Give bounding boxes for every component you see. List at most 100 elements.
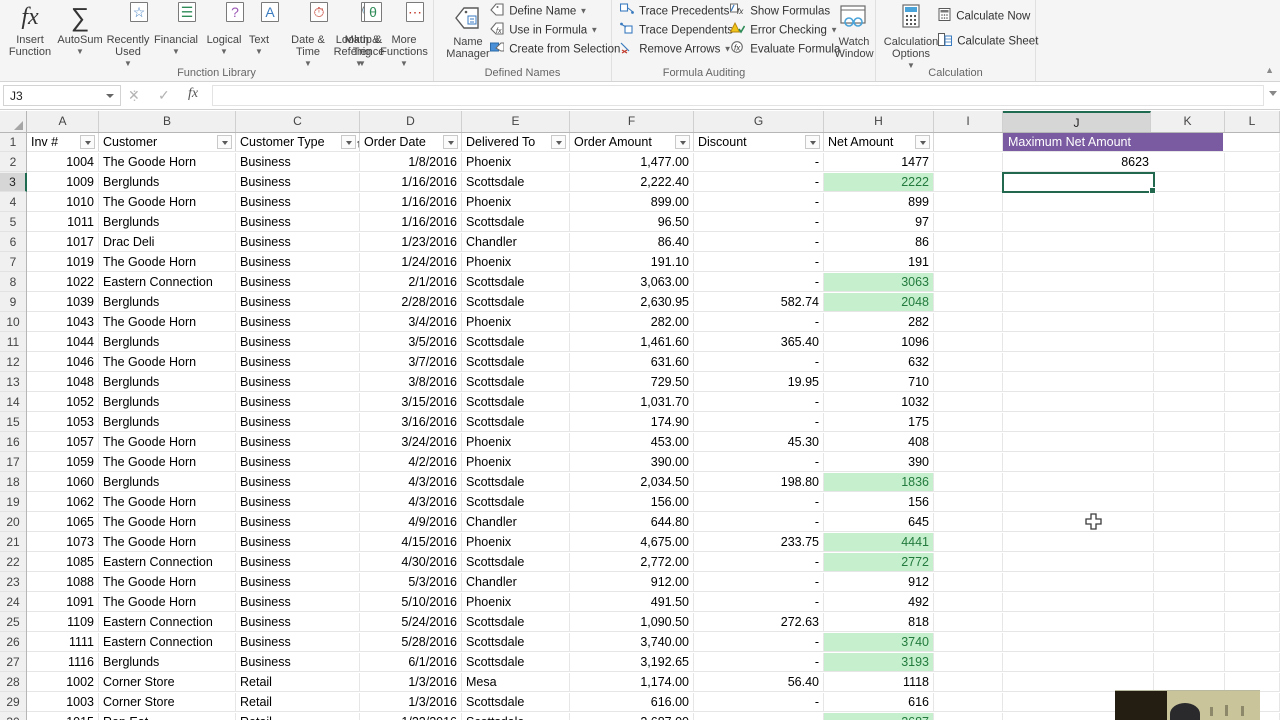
cell-date[interactable]: 4/3/2016 — [360, 493, 462, 511]
row-header-18[interactable]: 18 — [0, 473, 26, 492]
cell-net[interactable]: 818 — [824, 613, 934, 631]
cell-date[interactable]: 4/9/2016 — [360, 513, 462, 531]
cell-discount[interactable]: 582.74 — [694, 293, 824, 311]
empty-cell-i[interactable] — [934, 413, 1003, 431]
empty-cell-k[interactable] — [1154, 453, 1225, 471]
cell-amount[interactable]: 616.00 — [570, 693, 694, 711]
row-header-2[interactable]: 2 — [0, 153, 26, 172]
empty-cell-j[interactable] — [1003, 373, 1154, 391]
cell-type[interactable]: Business — [236, 273, 360, 291]
cell-customer[interactable]: The Goode Horn — [99, 353, 236, 371]
cell-amount[interactable]: 96.50 — [570, 213, 694, 231]
cell-type[interactable]: Business — [236, 173, 360, 191]
cell-date[interactable]: 4/3/2016 — [360, 473, 462, 491]
row-header-7[interactable]: 7 — [0, 253, 26, 272]
cell-net[interactable]: 710 — [824, 373, 934, 391]
cell-customer[interactable]: Berglunds — [99, 473, 236, 491]
row-header-27[interactable]: 27 — [0, 653, 26, 672]
cell-customer[interactable]: The Goode Horn — [99, 193, 236, 211]
cell-customer[interactable]: The Goode Horn — [99, 593, 236, 611]
cell-discount[interactable]: - — [694, 213, 824, 231]
header-cell-order-date[interactable]: Order Date — [360, 133, 462, 151]
empty-cell-i[interactable] — [934, 193, 1003, 211]
cell-discount[interactable]: 233.75 — [694, 533, 824, 551]
cell-type[interactable]: Business — [236, 153, 360, 171]
cell-to[interactable]: Chandler — [462, 573, 570, 591]
empty-cell-i[interactable] — [934, 693, 1003, 711]
empty-cell-l[interactable] — [1225, 273, 1280, 291]
empty-cell-l1[interactable] — [1225, 133, 1280, 151]
cell-inv[interactable]: 1109 — [27, 613, 99, 631]
cell-type[interactable]: Retail — [236, 713, 360, 720]
cell-to[interactable]: Scottsdale — [462, 653, 570, 671]
cell-discount[interactable]: - — [694, 693, 824, 711]
cell-to[interactable]: Scottsdale — [462, 173, 570, 191]
empty-cell-j[interactable] — [1003, 433, 1154, 451]
cell-to[interactable]: Chandler — [462, 233, 570, 251]
cell-amount[interactable]: 191.10 — [570, 253, 694, 271]
row-header-12[interactable]: 12 — [0, 353, 26, 372]
cell-net[interactable]: 2772 — [824, 553, 934, 571]
cell-type[interactable]: Business — [236, 593, 360, 611]
cell-amount[interactable]: 3,740.00 — [570, 633, 694, 651]
empty-cell-i1[interactable] — [934, 133, 1003, 151]
cell-type[interactable]: Business — [236, 473, 360, 491]
cell-customer[interactable]: Eastern Connection — [99, 613, 236, 631]
cell-to[interactable]: Phoenix — [462, 533, 570, 551]
cell-to[interactable]: Scottsdale — [462, 713, 570, 720]
cell-discount[interactable]: - — [694, 193, 824, 211]
empty-cell-k[interactable] — [1154, 213, 1225, 231]
cell-inv[interactable]: 1010 — [27, 193, 99, 211]
cell-amount[interactable]: 390.00 — [570, 453, 694, 471]
cell-inv[interactable]: 1065 — [27, 513, 99, 531]
cell-inv[interactable]: 1039 — [27, 293, 99, 311]
cell-inv[interactable]: 1019 — [27, 253, 99, 271]
cell-inv[interactable]: 1073 — [27, 533, 99, 551]
cell-customer[interactable]: Eastern Connection — [99, 553, 236, 571]
cell-date[interactable]: 5/3/2016 — [360, 573, 462, 591]
cell-amount[interactable]: 2,222.40 — [570, 173, 694, 191]
empty-cell-k[interactable] — [1154, 353, 1225, 371]
cell-net[interactable]: 1118 — [824, 673, 934, 691]
column-header-b[interactable]: B — [99, 111, 236, 132]
cell-to[interactable]: Scottsdale — [462, 693, 570, 711]
column-header-a[interactable]: A — [27, 111, 99, 132]
header-cell-net-amount[interactable]: Net Amount — [824, 133, 934, 151]
cell-net[interactable]: 2687 — [824, 713, 934, 720]
row-header-8[interactable]: 8 — [0, 273, 26, 292]
empty-cell-j[interactable] — [1003, 193, 1154, 211]
column-header-e[interactable]: E — [462, 111, 570, 132]
cell-date[interactable]: 5/24/2016 — [360, 613, 462, 631]
row-header-26[interactable]: 26 — [0, 633, 26, 652]
cell-amount[interactable]: 3,192.65 — [570, 653, 694, 671]
cell-type[interactable]: Business — [236, 633, 360, 651]
cell-discount[interactable]: - — [694, 173, 824, 191]
cell-inv[interactable]: 1048 — [27, 373, 99, 391]
cell-net[interactable]: 3740 — [824, 633, 934, 651]
empty-cell-k[interactable] — [1154, 473, 1225, 491]
cell-to[interactable]: Scottsdale — [462, 493, 570, 511]
cell-inv[interactable]: 1022 — [27, 273, 99, 291]
cell-amount[interactable]: 491.50 — [570, 593, 694, 611]
cell-customer[interactable]: Berglunds — [99, 413, 236, 431]
define-name-caret-icon[interactable]: ▼ — [580, 7, 588, 16]
header-cell-inv[interactable]: Inv # — [27, 133, 99, 151]
cell-net[interactable]: 899 — [824, 193, 934, 211]
cell-discount[interactable]: - — [694, 453, 824, 471]
empty-cell-l[interactable] — [1225, 553, 1280, 571]
ribbon-button-show-formulas[interactable]: fx Show Formulas — [730, 3, 830, 18]
header-cell-customer-type[interactable]: Customer Type ↑ — [236, 133, 360, 151]
empty-cell-k[interactable] — [1154, 653, 1225, 671]
cell-inv[interactable]: 1085 — [27, 553, 99, 571]
row-header-1[interactable]: 1 — [0, 133, 26, 152]
empty-cell-l[interactable] — [1225, 373, 1280, 391]
ribbon-button-insert-function[interactable]: fx Insert Function — [2, 2, 58, 58]
max-net-amount-value[interactable]: 8623 — [1003, 153, 1154, 171]
row-header-5[interactable]: 5 — [0, 213, 26, 232]
ribbon-button-define-name[interactable]: Define Name ▼ — [490, 3, 588, 18]
cell-discount[interactable]: - — [694, 233, 824, 251]
empty-cell-k[interactable] — [1154, 593, 1225, 611]
empty-cell-l[interactable] — [1225, 393, 1280, 411]
header-cell-order-amount[interactable]: Order Amount — [570, 133, 694, 151]
cell-customer[interactable]: Berglunds — [99, 213, 236, 231]
